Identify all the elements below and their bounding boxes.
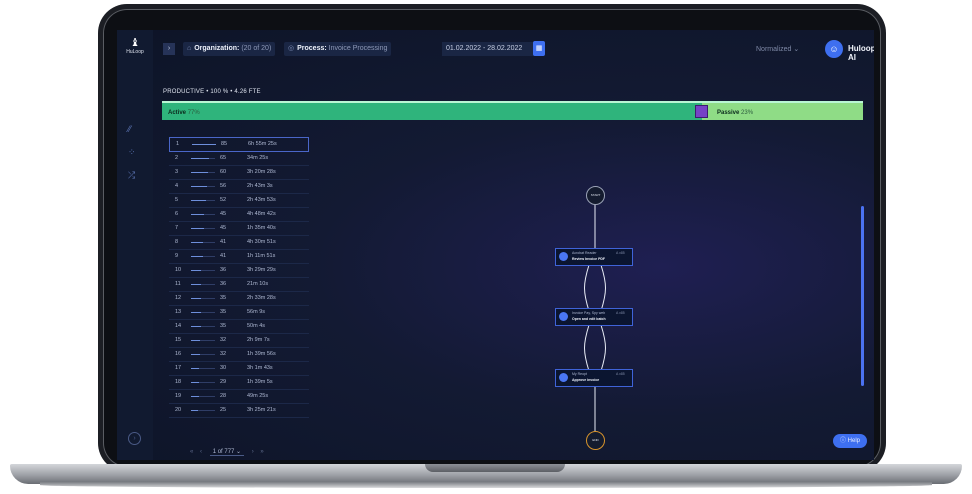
help-button[interactable]: ⓘ Help [833,434,867,448]
help-icon: ⓘ [839,438,846,444]
process-node[interactable]: Acrobat Reader Review Invoice PDF A x85 [555,248,633,266]
node-app: My Reopt [572,372,587,376]
node-activity: Approve invoice [572,378,600,382]
node-meta: A x85 [616,251,625,255]
node-meta: A x85 [616,372,625,376]
edge-node2-to-node3 [584,324,606,372]
help-label: Help [847,438,861,444]
edge-node1-to-node2 [584,264,606,312]
node-app-icon [559,252,568,261]
node-app-icon [559,312,568,321]
scrollbar[interactable] [861,206,864,386]
laptop-shadow [40,482,932,488]
node-app: Acrobat Reader [572,251,597,255]
node-app-icon [559,373,568,382]
start-node[interactable]: START [586,186,605,205]
process-node[interactable]: Invoice Pay, Spy web Open and edit batch… [555,308,633,326]
node-meta: A x85 [616,311,625,315]
node-app: Invoice Pay, Spy web [572,311,606,315]
laptop-notch [425,464,565,472]
end-node[interactable]: END [586,431,605,450]
app-screen: ♝ HuLoop ⁄⁄ ⁘ ⤮ › › ⌂ Organization: (20 o… [117,30,874,460]
node-activity: Open and edit batch [572,317,606,321]
process-map-edges [584,203,606,431]
node-activity: Review Invoice PDF [572,257,606,261]
process-node[interactable]: My Reopt Approve invoice A x85 [555,369,633,387]
